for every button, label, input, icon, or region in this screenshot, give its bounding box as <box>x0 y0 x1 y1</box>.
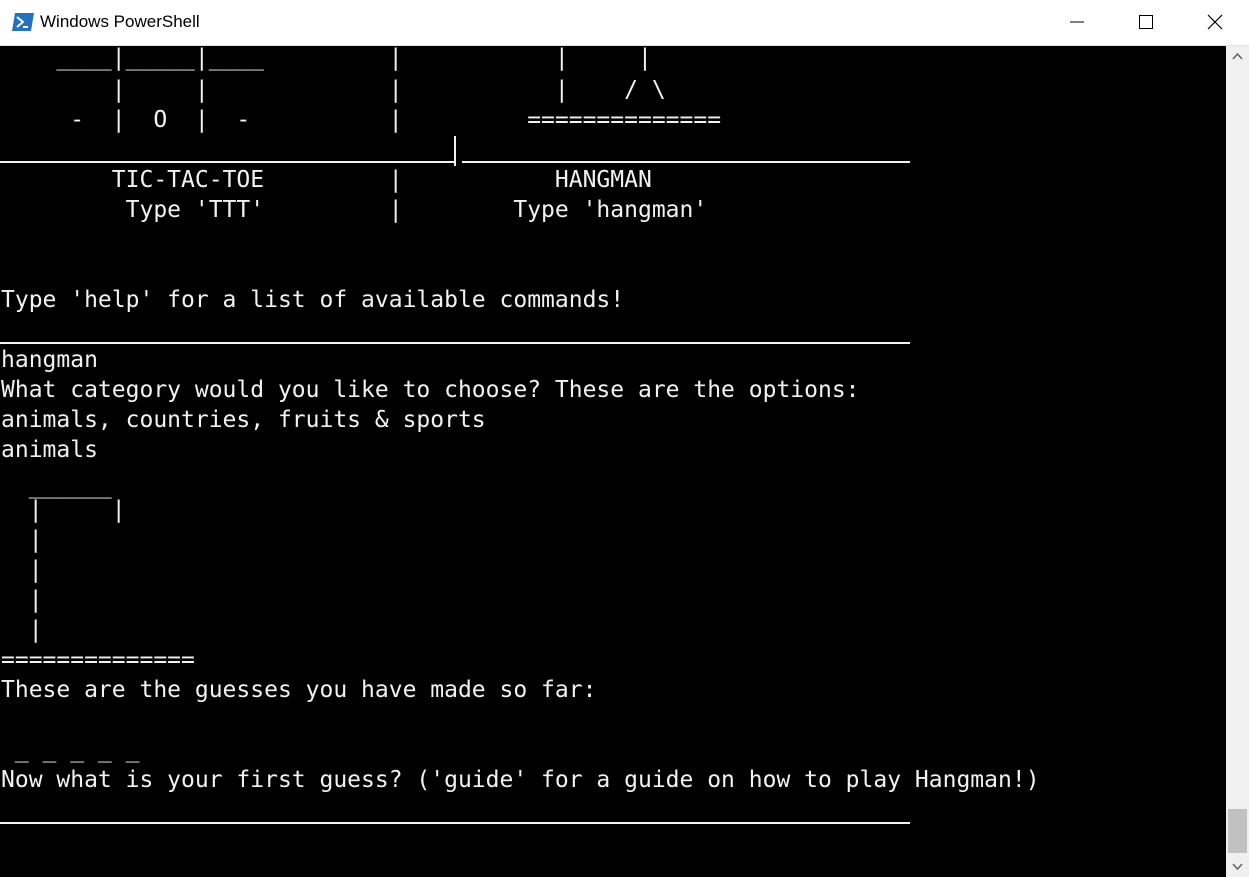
menu-art-line: ____|_____|____ | | | <box>1 46 652 71</box>
menu-divider-left <box>0 161 455 163</box>
category-input: animals <box>1 437 98 463</box>
chevron-down-icon <box>1232 863 1243 871</box>
powershell-icon <box>12 13 34 31</box>
maximize-icon <box>1139 15 1153 29</box>
game-command-line: Type 'TTT' | Type 'hangman' <box>1 197 708 223</box>
game-title-line: TIC-TAC-TOE | HANGMAN <box>1 167 652 193</box>
title-bar: Windows PowerShell <box>0 0 1249 46</box>
guess-prompt: Now what is your first guess? ('guide' f… <box>1 767 1040 793</box>
menu-art-line: - | O | - | ============== <box>1 107 722 133</box>
gallows-line: | <box>1 557 43 583</box>
guesses-label: These are the guesses you have made so f… <box>1 677 597 703</box>
menu-art-line: | | | | / \ <box>1 77 666 103</box>
vertical-scrollbar[interactable] <box>1226 46 1249 877</box>
gallows-line: | <box>1 527 43 553</box>
gallows-line: | <box>1 617 43 643</box>
gallows-line: | <box>1 587 43 613</box>
minimize-button[interactable] <box>1054 0 1100 45</box>
word-blanks: _ _ _ _ _ <box>1 737 140 763</box>
menu-divider-right <box>462 161 910 163</box>
user-command: hangman <box>1 347 98 373</box>
input-divider <box>0 822 910 824</box>
maximize-button[interactable] <box>1123 0 1169 45</box>
gallows-base: ============== <box>1 647 195 673</box>
close-button[interactable] <box>1192 0 1238 45</box>
scrollbar-thumb[interactable] <box>1228 809 1247 853</box>
gallows-line: | | <box>1 497 126 523</box>
console-output[interactable]: ____|_____|____ | | | | | | | / \ - | O … <box>0 46 1226 877</box>
window-title: Windows PowerShell <box>40 12 200 31</box>
scroll-down-button[interactable] <box>1226 857 1249 877</box>
minimize-icon <box>1070 21 1084 23</box>
chevron-up-icon <box>1232 52 1243 60</box>
menu-divider-joint <box>454 136 456 166</box>
category-options: animals, countries, fruits & sports <box>1 407 486 433</box>
section-divider <box>0 342 910 344</box>
help-hint: Type 'help' for a list of available comm… <box>1 287 625 313</box>
close-icon <box>1207 14 1223 30</box>
scroll-up-button[interactable] <box>1226 46 1249 66</box>
category-prompt: What category would you like to choose? … <box>1 377 860 403</box>
